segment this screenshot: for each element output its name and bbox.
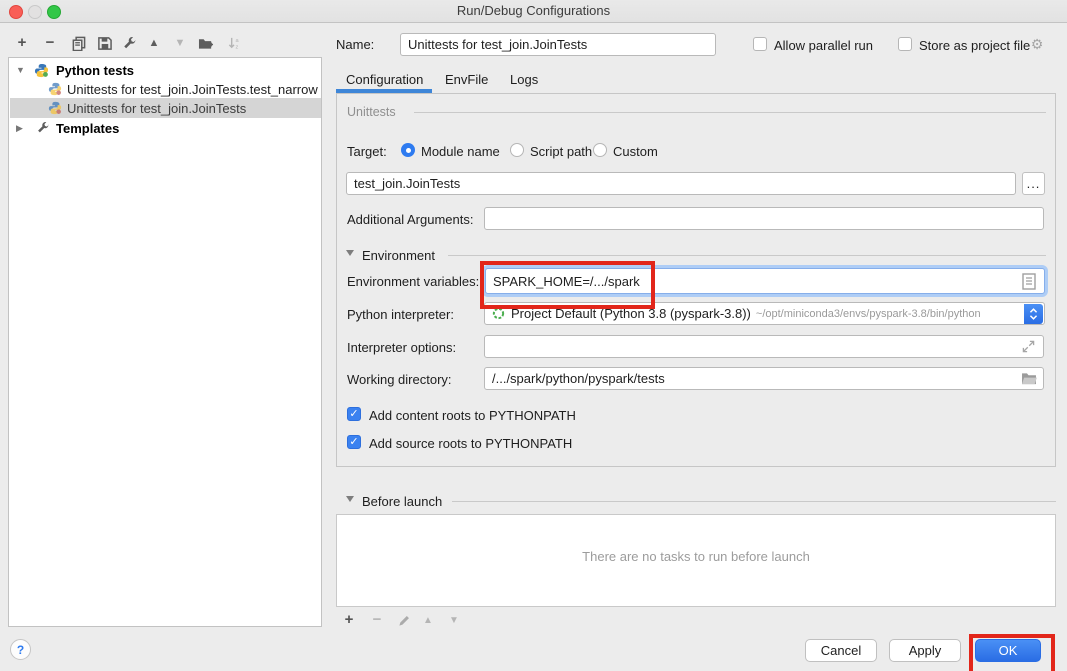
move-up-button[interactable]: ▲: [146, 35, 162, 51]
edit-templates-wrench-icon[interactable]: [121, 35, 137, 51]
radio-module-name-label: Module name: [421, 144, 500, 159]
title-bar: Run/Debug Configurations: [0, 0, 1067, 23]
name-label: Name:: [336, 37, 374, 52]
interpreter-options-input[interactable]: [484, 335, 1044, 358]
radio-custom[interactable]: [593, 143, 607, 157]
svg-text:z: z: [235, 44, 238, 50]
radio-module-name[interactable]: [401, 143, 415, 157]
zoom-window-button[interactable]: [47, 5, 61, 19]
working-directory-input[interactable]: /.../spark/python/pyspark/tests: [484, 367, 1044, 390]
ok-button[interactable]: OK: [975, 639, 1041, 662]
python-interpreter-value: Project Default (Python 3.8 (pyspark-3.8…: [511, 306, 751, 321]
gear-icon[interactable]: ⚙: [1029, 36, 1045, 52]
allow-parallel-run-checkbox[interactable]: [753, 37, 767, 51]
tree-item-label: Python tests: [56, 63, 134, 78]
module-name-input[interactable]: test_join.JoinTests: [346, 172, 1016, 195]
add-task-button[interactable]: +: [341, 612, 357, 628]
tree-item-label: Unittests for test_join.JoinTests.test_n…: [67, 82, 318, 97]
configurations-tree: ▼ Python tests Unittests for test_join.J…: [8, 57, 322, 627]
python-interpreter-label: Python interpreter:: [347, 307, 454, 322]
window-title: Run/Debug Configurations: [0, 0, 1067, 22]
help-button[interactable]: ?: [10, 639, 31, 660]
wrench-icon: [34, 121, 52, 135]
interpreter-dropdown-button[interactable]: [1024, 304, 1043, 324]
tab-logs[interactable]: Logs: [510, 72, 538, 87]
environment-divider: [448, 255, 1046, 256]
before-launch-section-label: Before launch: [362, 494, 442, 509]
close-window-button[interactable]: [9, 5, 23, 19]
additional-arguments-label: Additional Arguments:: [347, 212, 473, 227]
environment-section-label: Environment: [362, 248, 435, 263]
tree-item-python-tests[interactable]: ▼ Python tests: [10, 60, 322, 80]
python-test-icon: [48, 82, 63, 96]
tree-item-label: Templates: [56, 121, 119, 136]
additional-arguments-input[interactable]: [484, 207, 1044, 230]
before-launch-collapse-icon[interactable]: [346, 496, 354, 502]
environment-collapse-icon[interactable]: [346, 250, 354, 256]
add-content-roots-checkbox[interactable]: ✓: [347, 407, 361, 421]
conda-env-icon: [492, 307, 505, 320]
move-task-down-button[interactable]: ▼: [446, 612, 462, 628]
target-label: Target:: [347, 144, 387, 159]
edit-task-pencil-icon[interactable]: [396, 612, 412, 628]
radio-script-path[interactable]: [510, 143, 524, 157]
name-input[interactable]: Unittests for test_join.JoinTests: [400, 33, 716, 56]
add-configuration-button[interactable]: +: [14, 35, 30, 51]
python-interpreter-select[interactable]: Project Default (Python 3.8 (pyspark-3.8…: [484, 302, 1045, 325]
remove-configuration-button[interactable]: −: [42, 35, 58, 51]
new-folder-icon[interactable]: [198, 35, 214, 51]
chevron-right-icon[interactable]: ▶: [16, 123, 26, 134]
move-down-button[interactable]: ▼: [172, 35, 188, 51]
svg-text:a: a: [235, 38, 239, 44]
before-launch-divider: [452, 501, 1056, 502]
save-configuration-icon[interactable]: [96, 35, 112, 51]
run-debug-configurations-dialog: Run/Debug Configurations + − ▲ ▼ az ▼ Py…: [0, 0, 1067, 671]
tab-envfile[interactable]: EnvFile: [445, 72, 488, 87]
apply-button[interactable]: Apply: [889, 639, 961, 662]
move-task-up-button[interactable]: ▲: [420, 612, 436, 628]
python-icon: [34, 63, 52, 78]
chevron-down-icon[interactable]: ▼: [16, 65, 26, 75]
add-source-roots-checkbox[interactable]: ✓: [347, 435, 361, 449]
tab-configuration[interactable]: Configuration: [346, 72, 423, 87]
python-test-icon: [48, 101, 63, 115]
interpreter-options-label: Interpreter options:: [347, 340, 456, 355]
working-directory-value: /.../spark/python/pyspark/tests: [492, 371, 665, 386]
store-as-project-file-label: Store as project file: [919, 38, 1030, 53]
browse-env-vars-icon[interactable]: [1022, 273, 1036, 290]
browse-module-button[interactable]: ...: [1022, 172, 1045, 195]
add-content-roots-label: Add content roots to PYTHONPATH: [369, 408, 576, 423]
before-launch-task-list[interactable]: There are no tasks to run before launch: [336, 514, 1056, 607]
expand-field-icon[interactable]: [1022, 340, 1035, 353]
allow-parallel-run-label: Allow parallel run: [774, 38, 873, 53]
cancel-button[interactable]: Cancel: [805, 639, 877, 662]
module-name-value: test_join.JoinTests: [354, 176, 460, 191]
environment-variables-input[interactable]: SPARK_HOME=/.../spark: [485, 268, 1045, 294]
tree-item-jointests-selected[interactable]: Unittests for test_join.JoinTests: [10, 98, 322, 118]
tree-item-label: Unittests for test_join.JoinTests: [67, 101, 246, 116]
radio-custom-label: Custom: [613, 144, 658, 159]
python-interpreter-path: ~/opt/miniconda3/envs/pyspark-3.8/bin/py…: [756, 308, 981, 320]
minimize-window-button[interactable]: [28, 5, 42, 19]
environment-variables-value: SPARK_HOME=/.../spark: [493, 274, 640, 289]
radio-script-path-label: Script path: [530, 144, 592, 159]
name-value: Unittests for test_join.JoinTests: [408, 37, 587, 52]
folder-icon[interactable]: [1021, 372, 1037, 385]
tree-item-templates[interactable]: ▶ Templates: [10, 118, 322, 138]
tree-item-test-narrow[interactable]: Unittests for test_join.JoinTests.test_n…: [10, 79, 322, 99]
group-divider: [414, 112, 1046, 113]
remove-task-button[interactable]: −: [369, 612, 385, 628]
copy-configuration-icon[interactable]: [70, 35, 86, 51]
environment-variables-label: Environment variables:: [347, 274, 479, 289]
before-launch-empty-message: There are no tasks to run before launch: [337, 549, 1055, 564]
unittests-group-label: Unittests: [347, 105, 396, 119]
sort-alphabetically-icon[interactable]: az: [226, 35, 242, 51]
working-directory-label: Working directory:: [347, 372, 452, 387]
add-source-roots-label: Add source roots to PYTHONPATH: [369, 436, 572, 451]
store-as-project-file-checkbox[interactable]: [898, 37, 912, 51]
